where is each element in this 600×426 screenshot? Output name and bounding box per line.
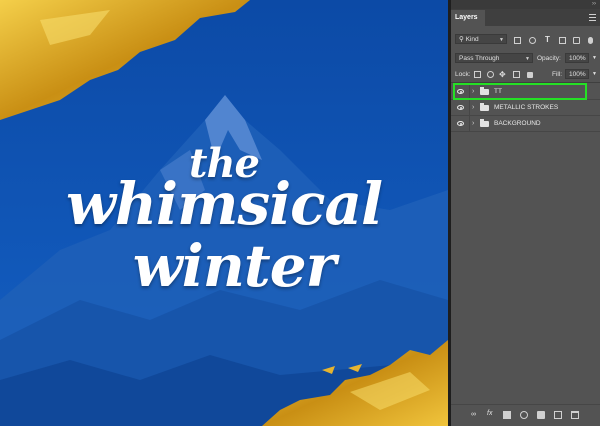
document-canvas[interactable]: the whimsical winter [0,0,448,426]
new-group-icon[interactable] [537,411,545,419]
opacity-dropdown-icon[interactable]: ▼ [592,55,597,61]
artwork-title-line3: winter [132,232,336,300]
opacity-label: Opacity: [537,55,561,62]
layer-row-background[interactable]: › BACKGROUND [451,116,600,132]
filter-type-icon[interactable]: T [545,35,550,44]
opacity-input[interactable]: 100% [565,53,589,63]
collapse-icon[interactable]: ›› [592,0,596,9]
layers-panel: ›› Layers ⚲ Kind ▼ T Pass Through ▼ Opac… [451,0,600,426]
panel-top-bar[interactable]: ›› [451,0,600,9]
panel-tab-row: Layers [451,9,600,26]
fx-icon[interactable]: fx [487,410,492,417]
lock-transparent-icon[interactable] [474,71,481,78]
search-icon: ⚲ [459,36,464,43]
adjustment-layer-icon[interactable] [520,411,528,419]
panel-menu-icon[interactable] [589,14,596,23]
filter-kind-select[interactable]: ⚲ Kind ▼ [455,34,507,44]
fill-label: Fill: [552,71,563,78]
lock-label: Lock: [455,71,471,78]
filter-kind-label: Kind [465,36,479,43]
artwork-title-line2: whimsical [65,170,383,238]
selected-layer-highlight [453,83,587,100]
blend-mode-value: Pass Through [459,55,500,62]
link-layers-icon[interactable]: ∞ [471,411,476,418]
lock-image-icon[interactable] [487,71,494,78]
visibility-eye-icon[interactable] [457,121,464,126]
folder-icon [480,119,489,127]
blend-mode-select[interactable]: Pass Through ▼ [455,53,533,63]
chevron-down-icon: ▼ [525,56,530,62]
filter-row: ⚲ Kind ▼ T [451,32,600,46]
folder-icon [480,103,489,111]
layers-bottom-bar: ∞ fx [451,404,600,426]
blend-row: Pass Through ▼ Opacity: 100% ▼ [451,51,600,65]
lock-all-icon[interactable] [527,72,533,78]
tab-layers[interactable]: Layers [451,10,485,26]
layer-row-metallic-strokes[interactable]: › METALLIC STROKES [451,100,600,116]
fill-value: 100% [569,71,586,78]
layer-divider [469,116,470,132]
filter-smart-object-icon[interactable] [573,37,580,44]
fill-input[interactable]: 100% [565,69,589,79]
new-layer-icon[interactable] [554,411,562,419]
trash-icon[interactable] [571,411,579,419]
layer-name: METALLIC STROKES [494,104,559,111]
lock-artboard-icon[interactable] [513,71,520,78]
expand-arrow-icon[interactable]: › [472,103,474,112]
expand-arrow-icon[interactable]: › [472,119,474,128]
visibility-eye-icon[interactable] [457,105,464,110]
filter-pixel-icon[interactable] [514,37,521,44]
lock-position-icon[interactable]: ✥ [499,70,506,79]
filter-adjustment-icon[interactable] [529,37,536,44]
artwork-title: the whimsical winter [0,0,448,426]
filter-shape-icon[interactable] [559,37,566,44]
add-mask-icon[interactable] [503,411,511,419]
filter-toggle-icon[interactable] [588,37,593,44]
opacity-value: 100% [569,55,586,62]
layer-name: BACKGROUND [494,120,541,127]
fill-dropdown-icon[interactable]: ▼ [592,71,597,77]
lock-row: Lock: ✥ Fill: 100% ▼ [451,68,600,81]
chevron-down-icon: ▼ [499,37,504,43]
layer-divider [469,100,470,116]
